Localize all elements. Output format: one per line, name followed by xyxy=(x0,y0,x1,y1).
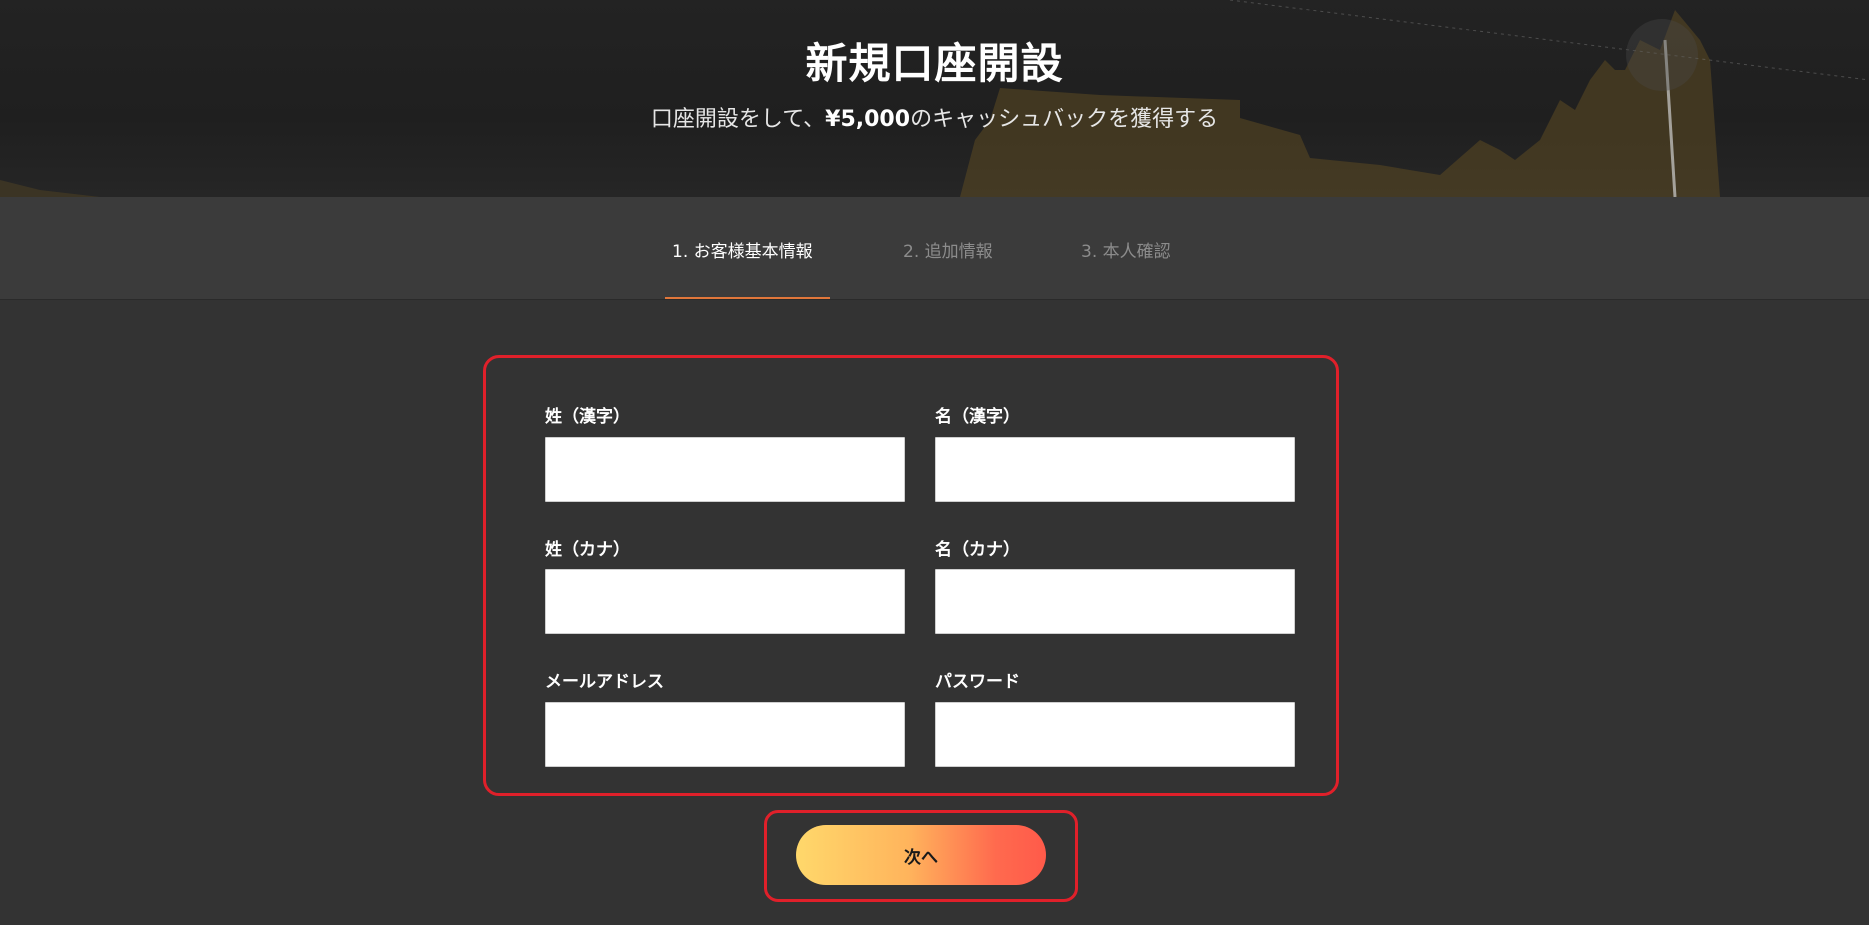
last-name-kanji-input[interactable] xyxy=(545,437,905,502)
last-name-kanji-label: 姓（漢字） xyxy=(545,407,630,427)
tab-additional-info[interactable]: 2. 追加情報 xyxy=(903,237,993,262)
first-name-kanji-label: 名（漢字） xyxy=(935,407,1020,427)
email-label: メールアドレス xyxy=(545,672,664,692)
cashback-amount: ¥5,000 xyxy=(825,107,911,132)
password-label: パスワード xyxy=(935,672,1020,692)
tab-identity-verification[interactable]: 3. 本人確認 xyxy=(1081,237,1171,262)
tab-basic-info[interactable]: 1. お客様基本情報 xyxy=(672,237,813,262)
last-name-kana-input[interactable] xyxy=(545,569,905,634)
next-button[interactable]: 次へ xyxy=(796,825,1046,885)
page-subtitle: 口座開設をして、¥5,000のキャッシュバックを獲得する xyxy=(0,101,1869,133)
first-name-kana-label: 名（カナ） xyxy=(935,540,1020,560)
last-name-kana-label: 姓（カナ） xyxy=(545,540,630,560)
first-name-kana-input[interactable] xyxy=(935,569,1295,634)
subtitle-text: 口座開設をして、 xyxy=(650,107,826,132)
first-name-kanji-input[interactable] xyxy=(935,437,1295,502)
step-tabs: 1. お客様基本情報 2. 追加情報 3. 本人確認 xyxy=(0,197,1869,300)
account-opening-page: 新規口座開設 口座開設をして、¥5,000のキャッシュバックを獲得する 1. お… xyxy=(0,0,1869,925)
active-tab-indicator xyxy=(665,297,830,299)
email-input[interactable] xyxy=(545,702,905,767)
subtitle-text-suffix: のキャッシュバックを獲得する xyxy=(910,107,1219,132)
page-title: 新規口座開設 xyxy=(805,39,1064,88)
hero-banner: 新規口座開設 口座開設をして、¥5,000のキャッシュバックを獲得する xyxy=(0,0,1869,197)
password-input[interactable] xyxy=(935,702,1295,767)
